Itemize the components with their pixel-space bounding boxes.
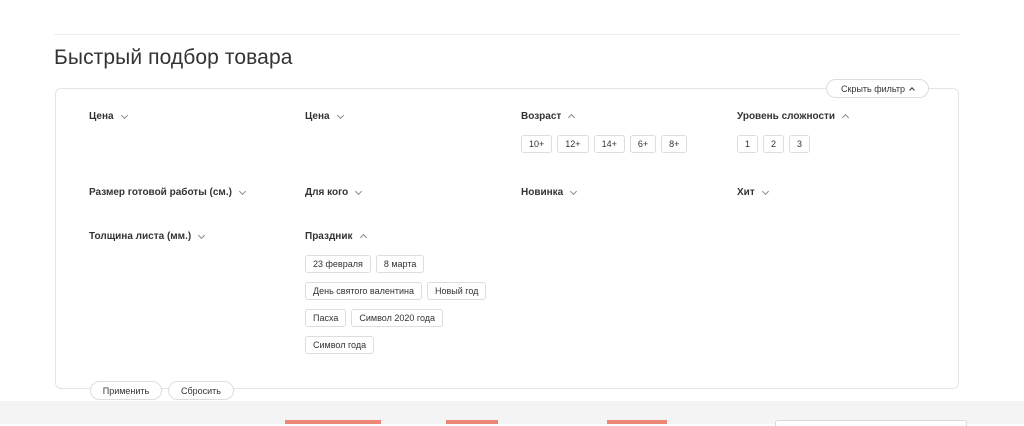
age-option-10[interactable]: 10+ <box>521 135 553 153</box>
footer-nav-link[interactable] <box>607 420 667 424</box>
holiday-option-easter[interactable]: Пасха <box>305 309 347 327</box>
holiday-option-new-year[interactable]: Новый год <box>426 282 487 300</box>
filter-group-holiday[interactable]: Праздник <box>305 231 367 242</box>
age-option-14[interactable]: 14+ <box>593 135 625 153</box>
difficulty-option-3[interactable]: 3 <box>789 135 811 153</box>
chevron-down-icon <box>570 187 578 195</box>
top-divider <box>54 34 960 35</box>
holiday-option-mar8[interactable]: 8 марта <box>375 255 425 273</box>
footer-input[interactable] <box>775 420 967 426</box>
footer-nav-link[interactable] <box>446 420 498 424</box>
filter-group-label: Новинка <box>521 187 564 198</box>
apply-button[interactable]: Применить <box>90 381 162 400</box>
filter-group-label: Толщина листа (мм.) <box>89 231 192 242</box>
filter-group-label: Праздник <box>305 231 353 242</box>
filter-group-price-1[interactable]: Цена <box>89 111 128 122</box>
filter-group-hit[interactable]: Хит <box>737 187 769 198</box>
filter-group-label: Цена <box>89 111 114 122</box>
filter-group-label: Уровень сложности <box>737 111 836 122</box>
age-option-8[interactable]: 8+ <box>661 135 688 153</box>
page-title: Быстрый подбор товара <box>54 46 293 69</box>
chevron-up-icon <box>359 233 367 242</box>
filter-group-size[interactable]: Размер готовой работы (см.) <box>89 187 246 198</box>
difficulty-option-2[interactable]: 2 <box>763 135 785 153</box>
chevron-down-icon <box>336 111 344 119</box>
age-options: 10+ 12+ 14+ 6+ 8+ <box>521 135 688 153</box>
chevron-down-icon <box>120 111 128 119</box>
chevron-down-icon <box>761 187 769 195</box>
chevron-down-icon <box>238 187 246 195</box>
difficulty-options: 1 2 3 <box>737 135 811 153</box>
filter-group-new[interactable]: Новинка <box>521 187 578 198</box>
filter-group-thickness[interactable]: Толщина листа (мм.) <box>89 231 206 242</box>
hide-filter-button[interactable]: Скрыть фильтр <box>826 79 930 98</box>
age-option-12[interactable]: 12+ <box>557 135 589 153</box>
holiday-option-symbol-2020[interactable]: Символ 2020 года <box>351 309 444 327</box>
chevron-up-icon <box>842 113 850 122</box>
filter-group-label: Возраст <box>521 111 562 122</box>
filter-group-price-2[interactable]: Цена <box>305 111 344 122</box>
holiday-options: 23 февраля 8 марта День святого валентин… <box>305 255 487 354</box>
filter-group-age[interactable]: Возраст <box>521 111 576 122</box>
chevron-down-icon <box>198 231 206 239</box>
filter-group-label: Для кого <box>305 187 349 198</box>
holiday-option-feb23[interactable]: 23 февраля <box>305 255 371 273</box>
filter-group-label: Хит <box>737 187 755 198</box>
difficulty-option-1[interactable]: 1 <box>737 135 759 153</box>
chevron-down-icon <box>355 187 363 195</box>
holiday-option-valentine[interactable]: День святого валентина <box>305 282 422 300</box>
reset-button[interactable]: Сбросить <box>168 381 234 400</box>
holiday-option-symbol-year[interactable]: Символ года <box>305 336 375 354</box>
hide-filter-label: Скрыть фильтр <box>841 83 906 94</box>
filter-group-label: Размер готовой работы (см.) <box>89 187 232 198</box>
age-option-6[interactable]: 6+ <box>629 135 657 153</box>
filter-group-difficulty[interactable]: Уровень сложности <box>737 111 850 122</box>
chevron-up-icon <box>568 113 576 122</box>
footer-nav-link[interactable] <box>285 420 381 424</box>
chevron-up-icon <box>909 86 915 93</box>
filter-group-for-whom[interactable]: Для кого <box>305 187 363 198</box>
filter-group-label: Цена <box>305 111 330 122</box>
